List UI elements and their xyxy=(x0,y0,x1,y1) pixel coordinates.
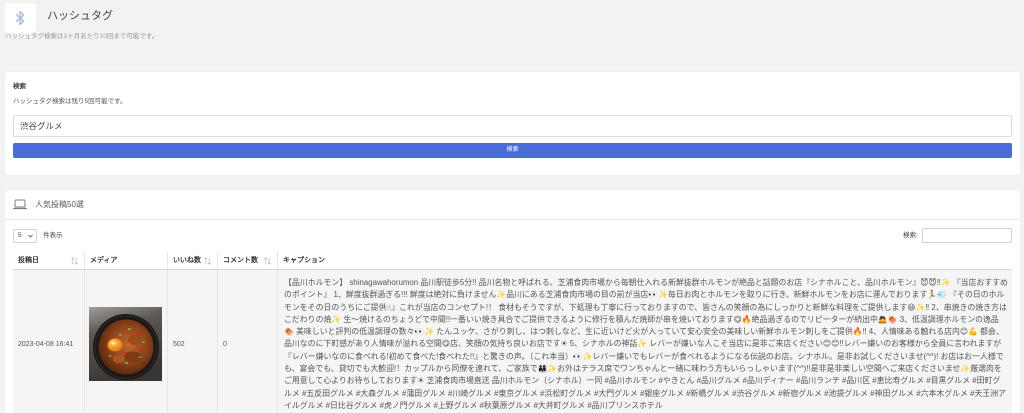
table-row: 2023-04-08 16:41 502 0 【品川ホルモン】 shinagaw… xyxy=(13,270,1012,413)
laptop-icon-screen xyxy=(14,199,26,208)
search-remaining-text: ハッシュタグ検索は残り5回可能です。 xyxy=(13,98,127,105)
media-thumbnail[interactable] xyxy=(89,307,162,381)
sort-down-arrow xyxy=(207,257,211,265)
sort-up-arrow xyxy=(264,257,268,265)
column-header-caption: キャプション xyxy=(278,252,1012,269)
table-filter-label: 検索: xyxy=(903,232,918,239)
column-header-date[interactable]: 投稿日 xyxy=(13,252,85,269)
sort-up-arrow xyxy=(204,257,208,265)
green-onion xyxy=(125,362,128,364)
green-onion xyxy=(109,355,112,357)
table-filter-input[interactable] xyxy=(922,228,1012,243)
column-header-likes[interactable]: いいね数 xyxy=(168,252,218,269)
hashtag-search-input[interactable] xyxy=(13,115,1012,137)
chevron-down-icon-path xyxy=(28,234,33,238)
bluetooth-icon-path xyxy=(15,10,25,26)
bluetooth-icon xyxy=(15,10,25,26)
sort-up-arrow xyxy=(71,257,75,265)
results-title: 人気投稿50選 xyxy=(35,200,84,209)
page-length-value: 5 xyxy=(18,232,22,239)
cell-comments: 0 xyxy=(218,270,278,413)
food xyxy=(98,319,154,375)
green-onion xyxy=(142,341,145,343)
egg-yolk-highlight xyxy=(110,341,116,345)
table-header-row: 投稿日 メディア いいね数 コメント数 キャプション xyxy=(13,252,1012,270)
cell-media xyxy=(85,270,168,413)
column-header-label: メディア xyxy=(90,257,118,264)
column-header-comments[interactable]: コメント数 xyxy=(218,252,278,269)
cell-likes: 502 xyxy=(168,270,218,413)
column-header-label: コメント数 xyxy=(223,257,258,264)
search-button[interactable]: 検索 xyxy=(13,143,1012,158)
page-subtitle: ハッシュタグ検索は1ヶ月あたり10回まで可能です。 xyxy=(5,33,159,40)
results-table: 投稿日 メディア いいね数 コメント数 キャプション 2023-04-08 16… xyxy=(13,252,1012,413)
sort-icon xyxy=(264,257,271,265)
meat-chunk xyxy=(128,335,144,345)
sort-down-arrow xyxy=(74,257,78,265)
cell-caption: 【品川ホルモン】 shinagawahorumon 品川駅徒歩5分!! 品川名物… xyxy=(278,270,1012,413)
sort-down-arrow xyxy=(267,257,271,265)
comment-count: 0 xyxy=(223,340,227,348)
search-heading: 検索 xyxy=(13,83,26,90)
search-card: 検索 ハッシュタグ検索は残り5回可能です。 検索 xyxy=(5,72,1020,175)
app-icon-box xyxy=(5,3,36,33)
page: ハッシュタグ ハッシュタグ検索は1ヶ月あたり10回まで可能です。 検索 ハッシュ… xyxy=(0,0,1024,413)
green-onion xyxy=(139,356,142,358)
page-title: ハッシュタグ xyxy=(47,10,113,22)
meat-chunk xyxy=(113,355,125,363)
egg-yolk xyxy=(107,338,123,352)
results-card: 人気投稿50選 5 件表示 検索: 投稿日 メディア いいね数 コメント数 キャ… xyxy=(5,190,1020,413)
cell-date: 2023-04-08 16:41 xyxy=(13,270,85,413)
sort-icon xyxy=(204,257,211,265)
page-length-label: 件表示 xyxy=(43,232,63,239)
page-length-select[interactable]: 5 xyxy=(13,229,37,243)
green-onion xyxy=(128,328,131,330)
like-count: 502 xyxy=(173,340,185,348)
results-header: 人気投稿50選 xyxy=(5,190,1020,220)
column-header-media: メディア xyxy=(85,252,168,269)
sort-icon xyxy=(71,257,78,265)
column-header-label: いいね数 xyxy=(173,257,201,264)
media-image xyxy=(89,307,162,381)
column-header-label: キャプション xyxy=(283,257,325,264)
caption-text: 【品川ホルモン】 shinagawahorumon 品川駅徒歩5分!! 品川名物… xyxy=(284,278,1008,410)
column-header-label: 投稿日 xyxy=(18,257,39,264)
laptop-icon xyxy=(13,199,27,210)
post-date: 2023-04-08 16:41 xyxy=(18,340,74,348)
chevron-down-icon xyxy=(28,234,33,238)
green-onion xyxy=(119,334,122,336)
